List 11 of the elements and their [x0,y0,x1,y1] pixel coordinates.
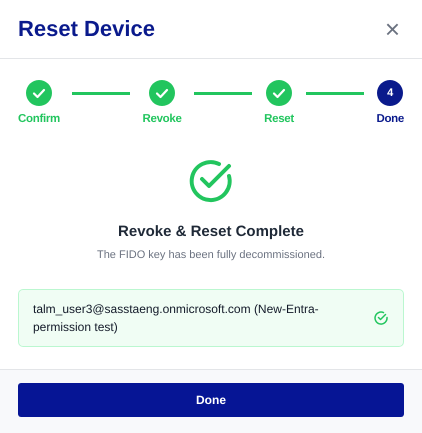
result-heading: Revoke & Reset Complete [118,223,304,240]
step-label: Done [376,113,404,125]
done-button[interactable]: Done [18,383,404,417]
dialog-title: Reset Device [18,16,155,42]
step-label: Revoke [142,113,182,125]
device-text: talm_user3@sasstaeng.onmicrosoft.com (New-Entra-permission test) [33,301,320,336]
step-number: 4 [377,80,404,106]
step-label: Confirm [18,113,60,125]
close-button[interactable]: × [380,16,404,42]
result-message: The FIDO key has been fully decommissioned. [96,249,326,261]
step-label: Reset [264,113,294,125]
